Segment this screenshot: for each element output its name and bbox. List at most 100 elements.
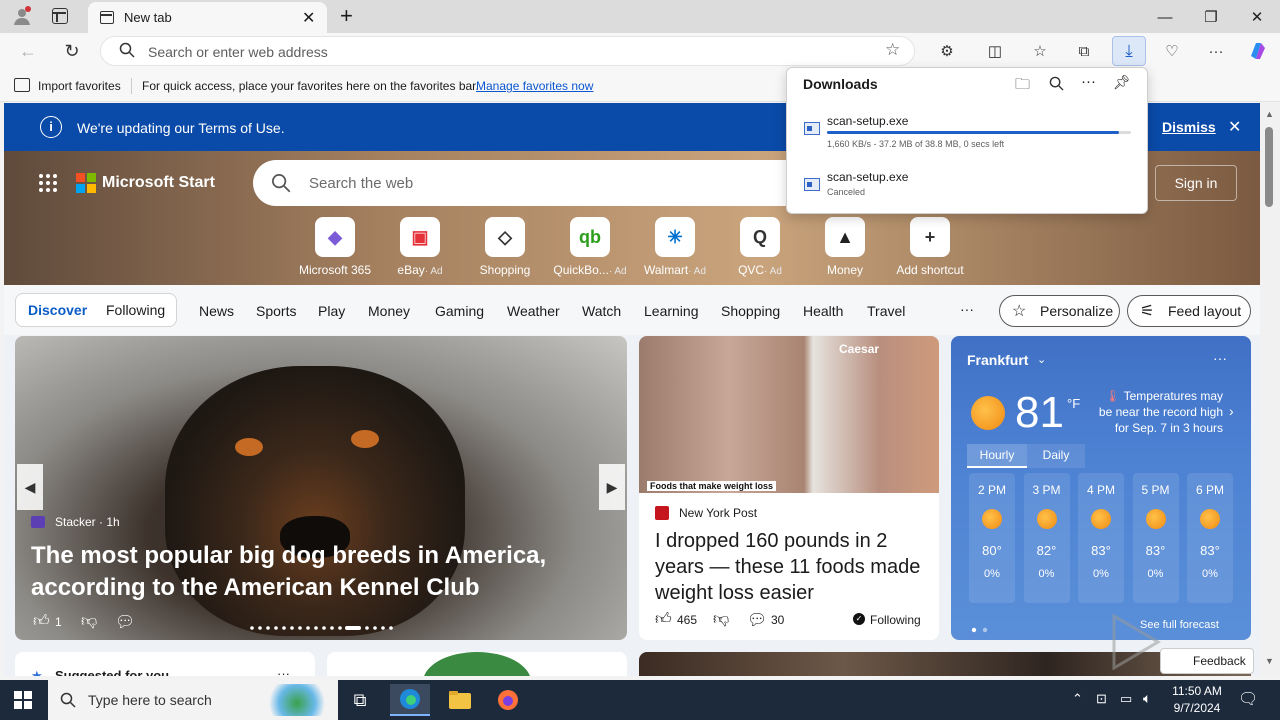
search-downloads-icon[interactable] [1049, 76, 1064, 94]
search-highlight-icon[interactable] [262, 684, 332, 716]
favorites-icon[interactable]: ☆ [1026, 38, 1054, 64]
split-screen-icon[interactable]: ◫ [981, 38, 1009, 64]
like-icon[interactable]: 👍︎ [33, 612, 50, 631]
chevron-down-icon[interactable]: ⌄ [1037, 353, 1046, 366]
scroll-down-icon[interactable]: ▼ [1265, 656, 1274, 666]
network-icon[interactable]: ▭ [1120, 691, 1132, 707]
following-label[interactable]: Following [870, 613, 921, 627]
manage-favorites-link[interactable]: Manage favorites now [476, 79, 593, 93]
carousel-prev-button[interactable]: ◀ [17, 464, 43, 510]
shortcut-tile[interactable]: ◇ Shopping [462, 217, 548, 277]
sign-in-button[interactable]: Sign in [1155, 165, 1237, 201]
settings-more-icon[interactable]: ··· [1202, 38, 1230, 64]
carousel-next-button[interactable]: ▶ [599, 464, 625, 510]
show-hidden-icons-icon[interactable]: ⌃ [1072, 691, 1083, 707]
nav-item-health[interactable]: Health [803, 303, 843, 319]
tab-discover[interactable]: Discover [28, 302, 87, 318]
file-explorer-icon[interactable] [440, 684, 480, 716]
comment-icon[interactable]: 💬︎ [115, 612, 135, 632]
browser-essentials-icon[interactable]: ♡ [1158, 38, 1186, 64]
shortcut-tile[interactable]: qb QuickBo...· Ad [547, 217, 633, 277]
apps-grid-icon[interactable] [38, 173, 58, 193]
promo-card[interactable] [327, 652, 627, 676]
tab-following[interactable]: Following [106, 302, 165, 318]
nav-item-weather[interactable]: Weather [507, 303, 560, 319]
task-view-icon[interactable]: ⧉ [340, 684, 380, 716]
comment-icon[interactable]: 💬︎ [747, 610, 767, 630]
download-item[interactable]: scan-setup.exe 1,660 KB/s - 37.2 MB of 3… [787, 106, 1147, 158]
weather-alert[interactable]: Temperatures may be near the record high… [1093, 388, 1223, 436]
notifications-icon[interactable]: 🗨︎ [1238, 689, 1258, 709]
clock-date[interactable]: 9/7/2024 [1169, 701, 1225, 715]
article-headline[interactable]: The most popular big dog breeds in Ameri… [31, 540, 551, 604]
open-folder-icon[interactable]: 🗀︎ [1015, 74, 1030, 99]
nav-item-shopping[interactable]: Shopping [721, 303, 780, 319]
like-icon[interactable]: 👍︎ [655, 610, 672, 629]
firefox-icon[interactable] [488, 684, 528, 716]
suggested-more-icon[interactable]: ··· [277, 666, 290, 676]
web-search-box[interactable]: Search the web [253, 160, 813, 206]
vertical-scrollbar[interactable]: ▲ ▼ [1260, 103, 1280, 676]
shortcut-tile[interactable]: ✳ Walmart· Ad [632, 217, 718, 277]
dismiss-link[interactable]: Dismiss [1162, 119, 1216, 135]
hero-article-card[interactable]: ◀ ▶ Stacker · 1h The most popular big do… [15, 336, 627, 640]
collections-icon[interactable]: ⧉ [1070, 38, 1098, 64]
brand-title[interactable]: Microsoft Start [102, 174, 215, 192]
address-bar[interactable]: Search or enter web address ☆ [100, 36, 915, 66]
scroll-thumb[interactable] [1265, 127, 1273, 207]
edge-app-icon[interactable] [390, 684, 430, 716]
dislike-icon[interactable]: 👎︎ [713, 610, 729, 629]
article-headline[interactable]: I dropped 160 pounds in 2 years — these … [655, 528, 927, 606]
nav-item-learning[interactable]: Learning [644, 303, 699, 319]
dislike-icon[interactable]: 👎︎ [81, 612, 97, 631]
device-icon[interactable]: ⊡ [1096, 691, 1107, 707]
import-favorites-label[interactable]: Import favorites [38, 79, 121, 93]
nav-item-gaming[interactable]: Gaming [435, 303, 484, 319]
nav-item-watch[interactable]: Watch [582, 303, 621, 319]
downloads-icon[interactable]: ⤓ [1112, 36, 1146, 66]
minimize-button[interactable]: — [1154, 6, 1176, 28]
weather-card[interactable]: Frankfurt ⌄ ··· 81 °F 🌡︎ Temperatures ma… [951, 336, 1251, 640]
feed-layout-button[interactable]: ⚟ Feed layout [1127, 295, 1251, 327]
refresh-icon[interactable]: ↻ [58, 38, 86, 64]
shortcut-tile[interactable]: ▣ eBay· Ad [377, 217, 463, 277]
weather-more-icon[interactable]: ··· [1213, 350, 1227, 366]
download-item[interactable]: scan-setup.exe Canceled [787, 164, 1147, 204]
close-window-button[interactable]: ✕ [1246, 6, 1268, 28]
shortcut-tile[interactable]: ◆ Microsoft 365 [292, 217, 378, 277]
favorite-star-icon[interactable]: ☆ [885, 40, 900, 60]
tab-actions-icon[interactable] [52, 8, 68, 24]
tab-daily[interactable]: Daily [1027, 444, 1085, 468]
restore-button[interactable]: ❐ [1200, 6, 1222, 28]
article-card[interactable]: Foods that make weight loss Caesar New Y… [639, 336, 939, 640]
weather-city[interactable]: Frankfurt [967, 352, 1028, 368]
nav-more-button[interactable]: ··· [960, 301, 974, 317]
scroll-up-icon[interactable]: ▲ [1265, 109, 1274, 119]
taskbar-search[interactable]: Type here to search [48, 680, 338, 720]
import-favorites-icon[interactable] [14, 78, 30, 92]
close-tab-icon[interactable]: ✕ [302, 8, 315, 28]
profile-avatar[interactable] [12, 6, 32, 26]
tab-new-tab[interactable]: New tab ✕ [88, 2, 327, 33]
volume-icon[interactable]: 🔈︎ [1143, 690, 1151, 707]
clock-time[interactable]: 11:50 AM [1169, 684, 1225, 698]
shortcut-tile[interactable]: Q QVC· Ad [717, 217, 803, 277]
copilot-icon[interactable] [1244, 38, 1272, 64]
back-icon[interactable]: ← [14, 38, 42, 64]
chevron-right-icon[interactable]: › [1229, 403, 1234, 419]
pin-icon[interactable]: 📌︎ [1113, 74, 1131, 91]
downloads-more-icon[interactable]: ··· [1081, 73, 1096, 90]
nav-item-sports[interactable]: Sports [256, 303, 296, 319]
close-notice-icon[interactable]: ✕ [1228, 117, 1241, 137]
nav-item-news[interactable]: News [199, 303, 234, 319]
shortcut-tile[interactable]: ▲ Money [802, 217, 888, 277]
extensions-icon[interactable]: ⚙ [933, 38, 961, 64]
windows-start-icon[interactable] [14, 691, 32, 712]
nav-item-money[interactable]: Money [368, 303, 410, 319]
nav-item-play[interactable]: Play [318, 303, 345, 319]
tab-hourly[interactable]: Hourly [967, 444, 1027, 468]
shortcut-tile[interactable]: + Add shortcut [887, 217, 973, 277]
new-tab-button[interactable]: + [340, 3, 353, 29]
nav-item-travel[interactable]: Travel [867, 303, 905, 319]
personalize-button[interactable]: ☆ Personalize [999, 295, 1120, 327]
